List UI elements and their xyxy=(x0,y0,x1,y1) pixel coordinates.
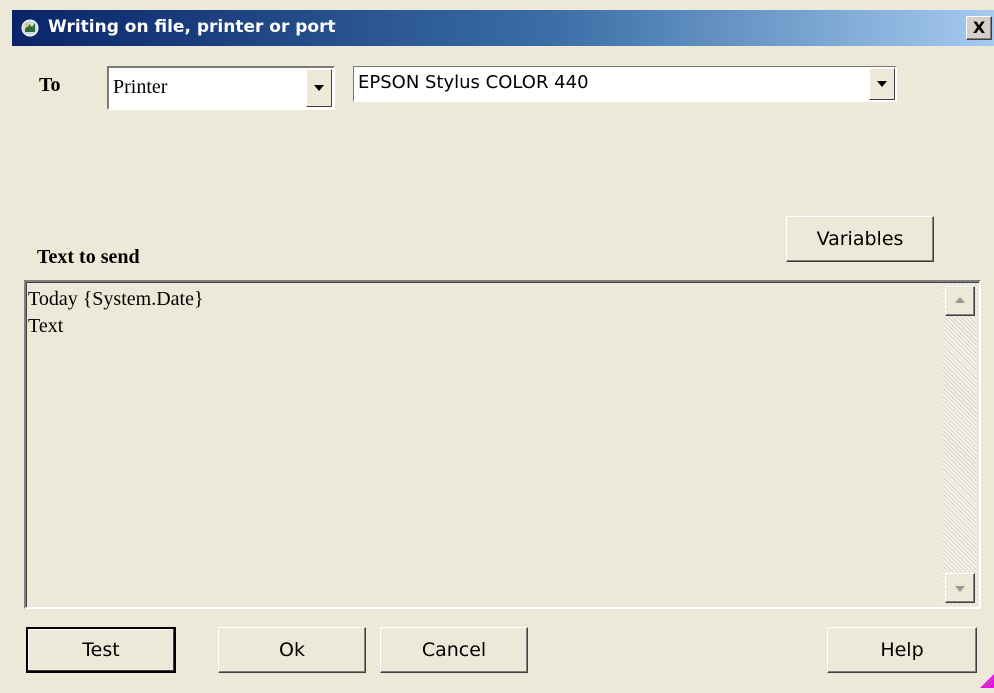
output-type-dropdown-button[interactable] xyxy=(306,69,332,107)
scroll-up-arrow-icon xyxy=(955,297,965,303)
variables-button-label: Variables xyxy=(816,228,904,250)
writing-dialog: Writing on file, printer or port X To Pr… xyxy=(0,0,994,688)
device-select[interactable]: EPSON Stylus COLOR 440 xyxy=(353,66,897,102)
close-icon: X xyxy=(972,18,986,37)
resize-grip-icon[interactable] xyxy=(978,670,994,688)
ok-button-label: Ok xyxy=(279,639,305,661)
scroll-down-arrow-icon xyxy=(955,586,965,592)
variables-button[interactable]: Variables xyxy=(786,216,934,262)
close-button[interactable]: X xyxy=(966,16,992,40)
device-value: EPSON Stylus COLOR 440 xyxy=(358,72,589,93)
title-bar[interactable]: Writing on file, printer or port X xyxy=(12,10,994,46)
cancel-button-label: Cancel xyxy=(421,639,487,661)
chevron-down-icon xyxy=(877,81,887,87)
scroll-up-button[interactable] xyxy=(945,286,975,316)
app-icon xyxy=(20,18,40,38)
scroll-down-button[interactable] xyxy=(945,573,975,603)
text-to-send-label: Text to send xyxy=(37,246,140,268)
output-type-select[interactable]: Printer xyxy=(107,66,335,110)
vertical-scrollbar[interactable] xyxy=(943,284,977,605)
text-line: Text xyxy=(28,315,64,337)
test-button[interactable]: Test xyxy=(26,627,176,673)
window-title: Writing on file, printer or port xyxy=(48,17,336,37)
text-content[interactable]: Today {System.Date} Text xyxy=(28,286,939,340)
text-line: Today {System.Date} xyxy=(28,288,204,310)
text-to-send-area[interactable]: Today {System.Date} Text xyxy=(24,280,981,609)
to-label: To xyxy=(39,74,61,96)
output-type-value: Printer xyxy=(113,76,168,98)
help-button[interactable]: Help xyxy=(827,627,977,673)
chevron-down-icon xyxy=(314,85,324,91)
test-button-label: Test xyxy=(82,639,120,661)
help-button-label: Help xyxy=(880,639,924,661)
ok-button[interactable]: Ok xyxy=(218,627,366,673)
device-dropdown-button[interactable] xyxy=(869,68,895,100)
cancel-button[interactable]: Cancel xyxy=(380,627,528,673)
